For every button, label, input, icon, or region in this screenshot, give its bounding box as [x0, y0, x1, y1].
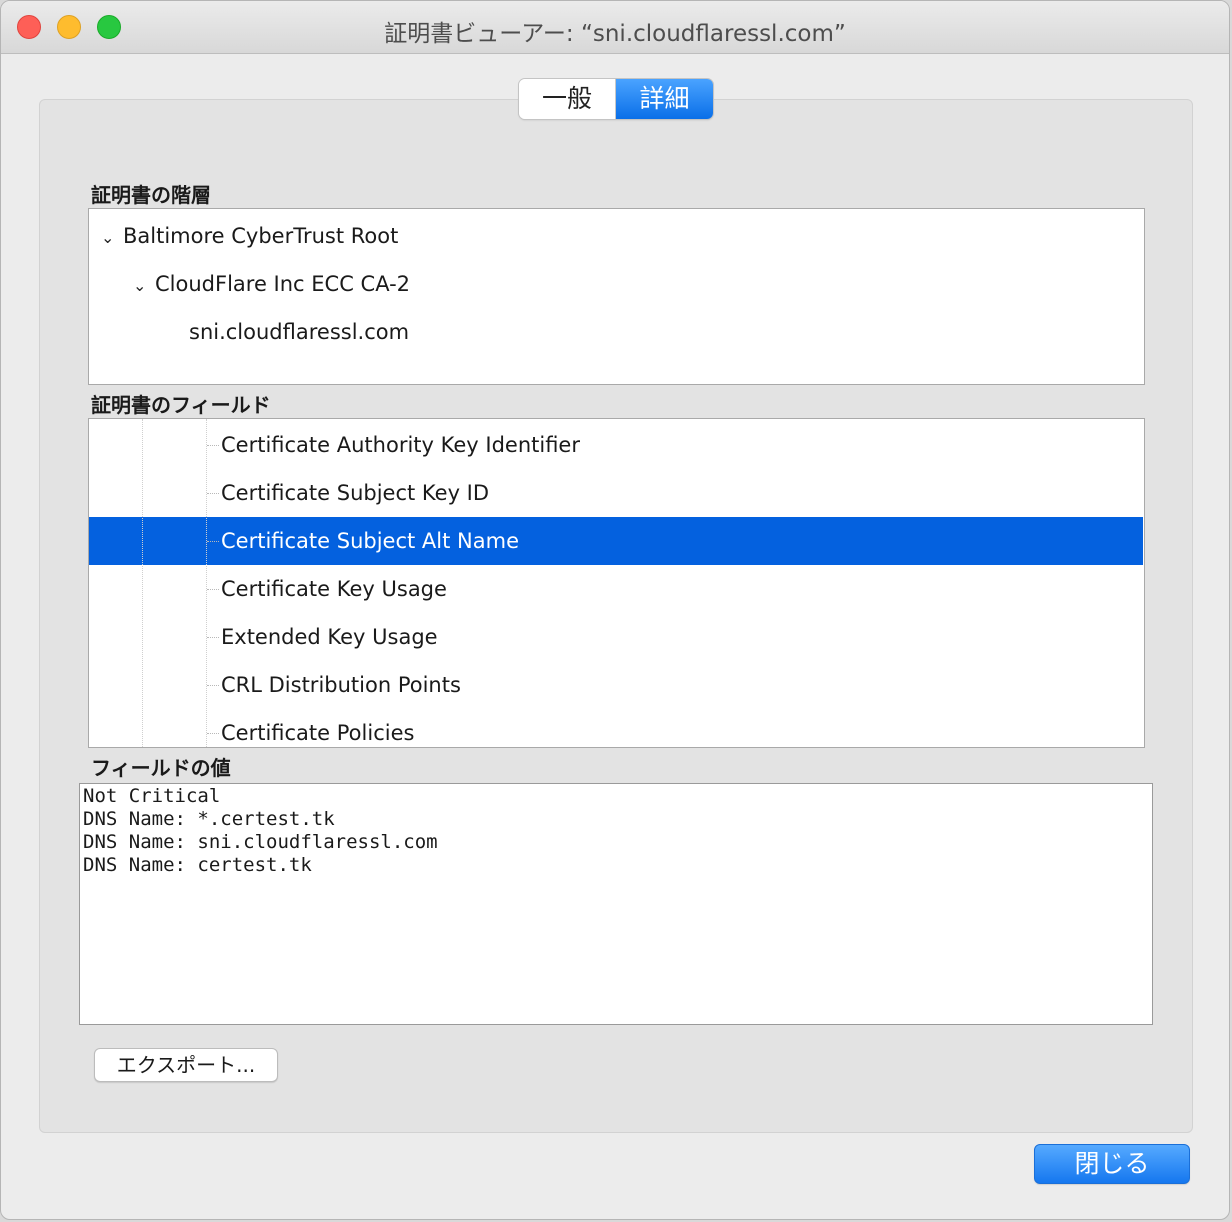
fields-list[interactable]: Certificate Authority Key Identifier Cer… [88, 418, 1145, 748]
tree-guide-line [142, 419, 143, 747]
value-line: DNS Name: sni.cloudflaressl.com [83, 831, 438, 853]
field-row[interactable]: Certificate Key Usage [89, 565, 1143, 613]
field-value-text[interactable]: Not Critical DNS Name: *.certest.tk DNS … [79, 783, 1153, 1025]
chevron-down-icon[interactable]: ⌄ [101, 223, 123, 253]
value-line: DNS Name: certest.tk [83, 854, 312, 876]
field-label: Certificate Policies [221, 721, 415, 745]
tree-connector [207, 541, 219, 542]
tree-guide-line [206, 419, 207, 747]
field-row[interactable]: Extended Key Usage [89, 613, 1143, 661]
certificate-viewer-window: 証明書ビューアー: “sni.cloudflaressl.com” 一般 詳細 … [0, 0, 1230, 1220]
hierarchy-item-intermediate[interactable]: ⌄ CloudFlare Inc ECC CA-2 [133, 269, 410, 299]
fields-label: 証明書のフィールド [91, 393, 271, 417]
field-row-selected[interactable]: Certificate Subject Alt Name [89, 517, 1143, 565]
tree-connector [207, 637, 219, 638]
tab-details[interactable]: 詳細 [616, 79, 713, 119]
field-label: Certificate Key Usage [221, 577, 447, 601]
value-line: Not Critical [83, 785, 221, 807]
tree-connector [207, 493, 219, 494]
title-bar[interactable]: 証明書ビューアー: “sni.cloudflaressl.com” [1, 1, 1229, 54]
value-line: DNS Name: *.certest.tk [83, 808, 335, 830]
hierarchy-tree[interactable]: ⌄ Baltimore CyberTrust Root ⌄ CloudFlare I… [88, 208, 1145, 385]
export-button[interactable]: エクスポート... [94, 1048, 278, 1082]
chevron-down-icon[interactable]: ⌄ [133, 271, 155, 301]
window-title: 証明書ビューアー: “sni.cloudflaressl.com” [384, 21, 846, 47]
background-window-edge [1229, 131, 1230, 233]
tree-connector [207, 733, 219, 734]
field-label: Extended Key Usage [221, 625, 438, 649]
field-row[interactable]: Certificate Authority Key Identifier [89, 421, 1143, 469]
tree-connector [207, 445, 219, 446]
hierarchy-item-root[interactable]: ⌄ Baltimore CyberTrust Root [101, 221, 398, 251]
field-label: CRL Distribution Points [221, 673, 461, 697]
hierarchy-item-label: CloudFlare Inc ECC CA-2 [155, 272, 411, 296]
hierarchy-item-label: Baltimore CyberTrust Root [123, 224, 399, 248]
value-label: フィールドの値 [91, 756, 231, 780]
close-button[interactable]: 閉じる [1034, 1144, 1190, 1184]
hierarchy-label: 証明書の階層 [91, 183, 211, 207]
field-label: Certificate Subject Key ID [221, 481, 490, 505]
field-label: Certificate Subject Alt Name [221, 529, 519, 553]
field-row[interactable]: CRL Distribution Points [89, 661, 1143, 709]
view-segmented-control: 一般 詳細 [519, 79, 713, 119]
field-row[interactable]: Certificate Subject Key ID [89, 469, 1143, 517]
field-row[interactable]: Certificate Policies [89, 709, 1143, 747]
field-label: Certificate Authority Key Identifier [221, 433, 580, 457]
hierarchy-item-leaf[interactable]: sni.cloudflaressl.com [189, 317, 409, 347]
hierarchy-item-label: sni.cloudflaressl.com [189, 320, 410, 344]
tree-connector [207, 589, 219, 590]
tree-connector [207, 685, 219, 686]
tab-general[interactable]: 一般 [519, 79, 616, 119]
